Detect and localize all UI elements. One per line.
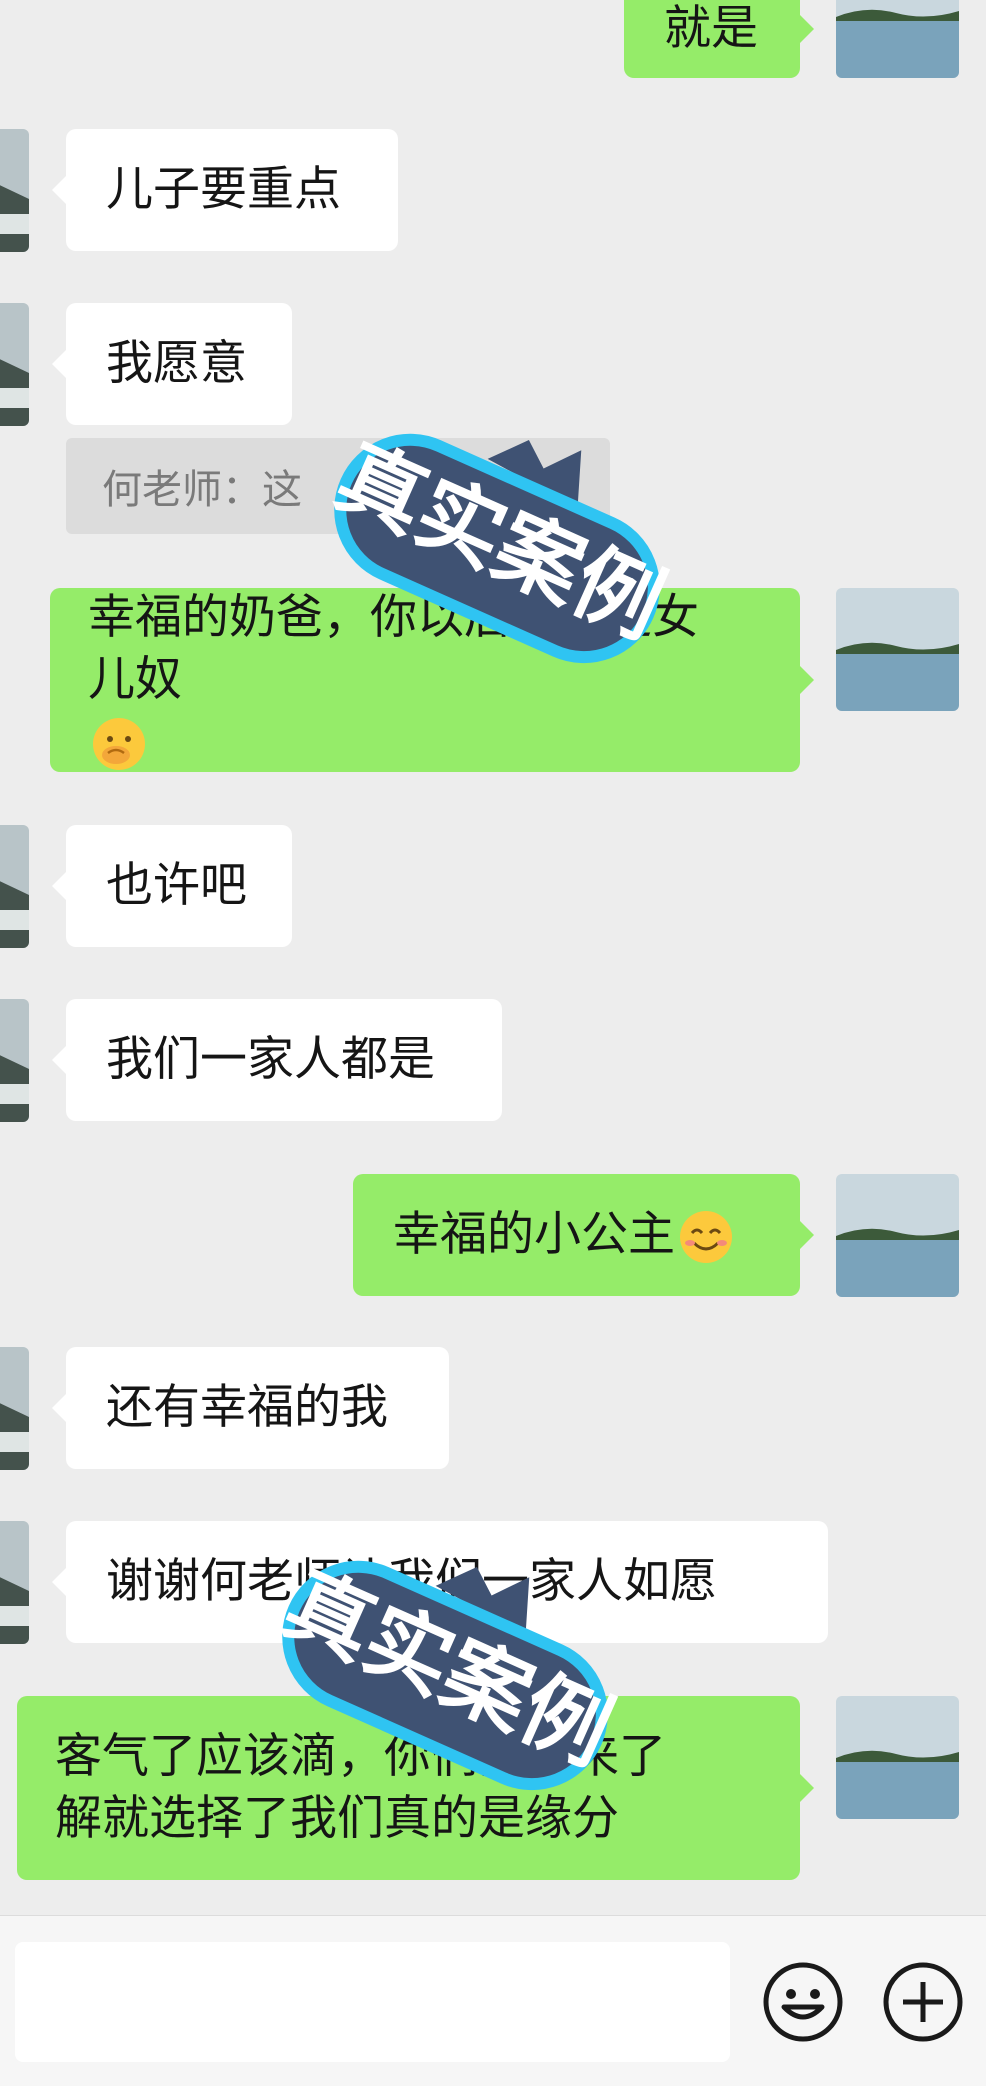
shushing-face-icon — [93, 718, 145, 771]
my-avatar[interactable] — [836, 1696, 959, 1819]
message-bubble-received[interactable]: 儿子要重点 — [52, 129, 398, 251]
message-text: 还有幸福的我 — [106, 1380, 388, 1435]
message-bubble-received[interactable]: 还有幸福的我 — [52, 1347, 449, 1469]
my-avatar[interactable] — [836, 1174, 959, 1297]
chat-input-bar — [0, 1915, 986, 2086]
my-avatar[interactable] — [836, 0, 959, 78]
message-text: 客气了应该滴，你们能过来了 解就选择了我们真的是缘分 — [55, 1729, 666, 1846]
chat-area[interactable]: 就是 儿子要重点 我愿意 何老师：这 幸福的奶爸，你以后肯定是女 儿奴 也许吧 — [0, 0, 986, 1915]
message-text: 也许吧 — [106, 858, 247, 913]
message-text: 幸福的奶爸，你以后肯定是女 儿奴 — [88, 587, 699, 774]
contact-avatar[interactable] — [0, 1521, 29, 1644]
quoted-text: 何老师：这 — [102, 467, 302, 513]
message-text: 就是 — [664, 1, 758, 56]
message-text: 我们一家人都是 — [106, 1032, 435, 1087]
message-text: 我愿意 — [106, 336, 247, 391]
message-bubble-sent[interactable]: 幸福的奶爸，你以后肯定是女 儿奴 — [50, 587, 814, 774]
quoted-message[interactable]: 何老师：这 — [66, 438, 610, 534]
message-bubble-received[interactable]: 谢谢何老师让我们一家人如愿 — [52, 1521, 828, 1643]
contact-avatar[interactable] — [0, 825, 29, 948]
message-text: 谢谢何老师让我们一家人如愿 — [106, 1554, 717, 1609]
message-input[interactable] — [15, 1942, 730, 2062]
emoji-icon[interactable] — [762, 1961, 844, 2043]
contact-avatar[interactable] — [0, 129, 29, 252]
contact-avatar[interactable] — [0, 999, 29, 1122]
my-avatar[interactable] — [836, 588, 959, 711]
message-bubble-sent[interactable]: 幸福的小公主 — [353, 1174, 814, 1296]
smiling-face-icon — [680, 1211, 732, 1264]
message-bubble-sent[interactable]: 客气了应该滴，你们能过来了 解就选择了我们真的是缘分 — [17, 1696, 814, 1880]
message-bubble-received[interactable]: 我愿意 — [52, 303, 292, 425]
message-text: 幸福的小公主 — [393, 1204, 735, 1267]
plus-icon[interactable] — [882, 1961, 964, 2043]
contact-avatar[interactable] — [0, 1347, 29, 1470]
message-bubble-received[interactable]: 我们一家人都是 — [52, 999, 502, 1121]
message-text: 儿子要重点 — [106, 162, 341, 217]
message-bubble-received[interactable]: 也许吧 — [52, 825, 292, 947]
message-bubble-sent[interactable]: 就是 — [624, 0, 814, 78]
contact-avatar[interactable] — [0, 303, 29, 426]
